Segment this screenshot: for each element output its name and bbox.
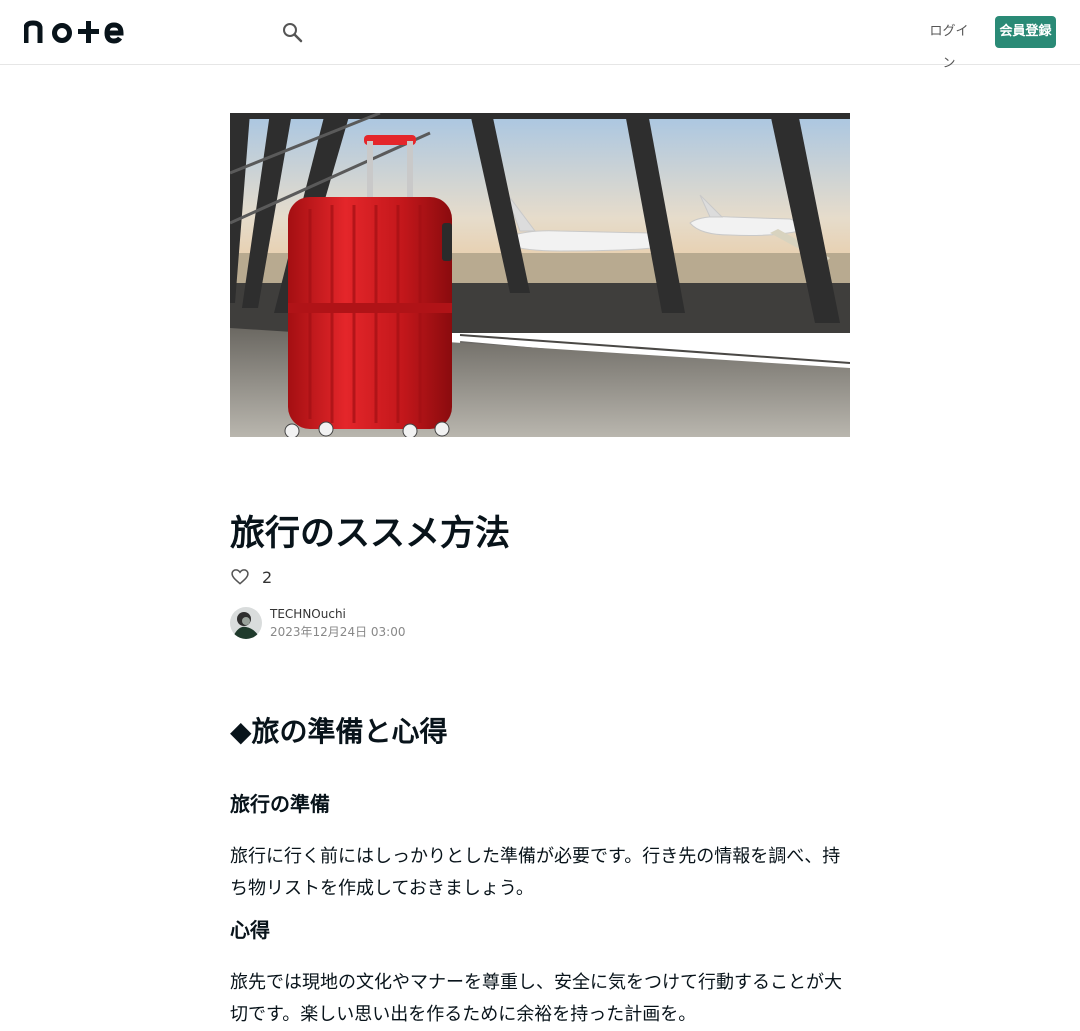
login-link[interactable]: ログイン (924, 16, 974, 71)
avatar[interactable] (230, 607, 262, 639)
article-title: 旅行のススメ方法 (230, 514, 511, 554)
like-count: 2 (262, 567, 273, 587)
author-block: TECHNOuchi 2023年12月24日 03:00 (230, 606, 405, 640)
like-row: 2 (230, 565, 272, 589)
site-header: note ログイン 会員登録 (0, 0, 1080, 71)
signup-button[interactable]: 会員登録 (995, 16, 1056, 48)
section-heading: ◆旅の準備と心得 (230, 715, 448, 748)
post-date: 2023年12月24日 03:00 (270, 625, 406, 639)
author-name[interactable]: TECHNOuchi (270, 605, 405, 623)
heart-icon[interactable] (230, 567, 250, 587)
paragraph: 旅先では現地の文化やマナーを尊重し、安全に気をつけて行動することが大切です。楽し… (230, 972, 842, 1025)
note-logo[interactable]: note (23, 17, 124, 47)
search-icon[interactable] (280, 20, 304, 44)
subsection-heading: 旅行の準備 (230, 792, 330, 816)
subsection-heading: 心得 (230, 918, 270, 942)
paragraph: 旅行に行く前にはしっかりとした準備が必要です。行き先の情報を調べ、持ち物リストを… (230, 846, 841, 899)
hero-image (230, 113, 850, 437)
